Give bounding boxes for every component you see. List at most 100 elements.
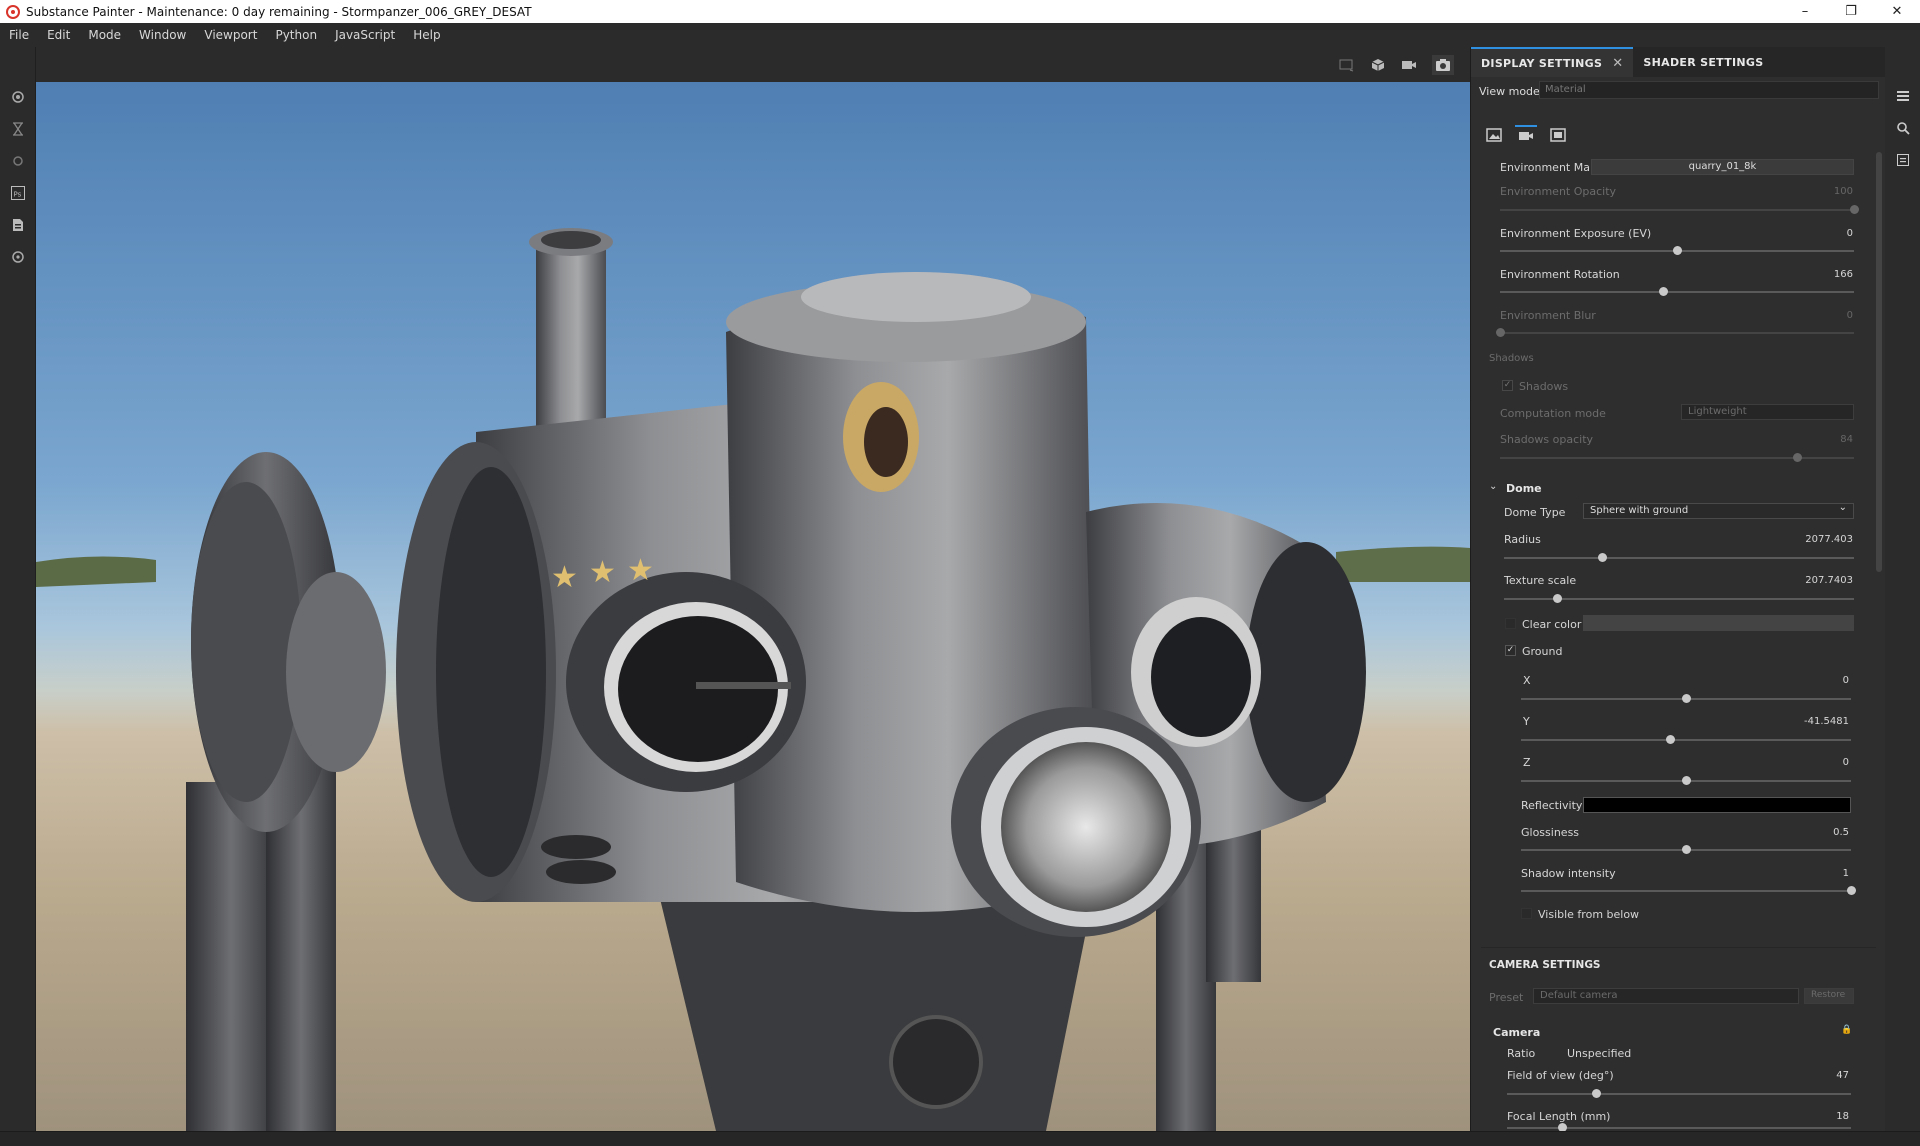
menu-window[interactable]: Window xyxy=(130,28,195,42)
shadows-checkbox[interactable]: ✓ xyxy=(1502,380,1513,391)
shadows-opacity-knob[interactable] xyxy=(1793,453,1803,462)
radius-knob[interactable] xyxy=(1598,553,1607,562)
gear-icon[interactable] xyxy=(9,88,27,106)
shadow-intensity-value[interactable]: 1 xyxy=(1789,868,1849,879)
menu-mode[interactable]: Mode xyxy=(79,28,130,42)
env-map-field[interactable]: quarry_01_8k xyxy=(1591,159,1854,175)
ground-x-value[interactable]: 0 xyxy=(1789,675,1849,686)
screenshot-camera-icon[interactable] xyxy=(1432,55,1454,75)
texture-scale-slider[interactable] xyxy=(1504,594,1854,603)
maximize-button[interactable]: ❐ xyxy=(1828,0,1874,23)
env-rotation-slider[interactable] xyxy=(1500,287,1854,296)
visible-below-label: Visible from below xyxy=(1538,908,1640,921)
dome-type-dropdown[interactable]: Sphere with ground ⌄ xyxy=(1583,502,1854,519)
ratio-value[interactable]: Unspecified xyxy=(1567,1047,1631,1060)
ground-x-knob[interactable] xyxy=(1682,694,1691,703)
glossiness-value[interactable]: 0.5 xyxy=(1789,827,1849,838)
env-blur-knob[interactable] xyxy=(1496,328,1505,337)
cog-icon[interactable] xyxy=(9,152,27,170)
restore-button[interactable]: Restore xyxy=(1804,988,1854,1004)
properties-icon[interactable] xyxy=(1894,151,1912,169)
env-blur-slider[interactable] xyxy=(1496,328,1854,337)
search-icon[interactable] xyxy=(1894,119,1912,137)
tab-display-settings[interactable]: DISPLAY SETTINGS ✕ xyxy=(1471,47,1634,77)
env-exposure-knob[interactable] xyxy=(1673,246,1682,255)
photoshop-icon[interactable]: Ps xyxy=(9,184,27,202)
view-mode-dropdown[interactable]: Material xyxy=(1539,81,1879,99)
ground-checkbox[interactable]: ✓ xyxy=(1505,645,1516,656)
lock-icon[interactable]: 🔒 xyxy=(1841,1025,1852,1035)
ground-x-slider[interactable] xyxy=(1521,694,1851,703)
image-icon[interactable] xyxy=(1483,125,1505,145)
close-button[interactable]: ✕ xyxy=(1874,0,1920,23)
hourglass-icon[interactable] xyxy=(9,120,27,138)
ground-z-label: Z xyxy=(1523,756,1531,769)
focal-length-knob[interactable] xyxy=(1558,1123,1568,1131)
env-opacity-knob[interactable] xyxy=(1850,205,1859,214)
menu-edit[interactable]: Edit xyxy=(38,28,79,42)
camera-icon[interactable] xyxy=(1398,55,1420,75)
ground-z-knob[interactable] xyxy=(1682,776,1691,785)
shadows-opacity-value: 84 xyxy=(1840,434,1853,445)
layers-icon[interactable] xyxy=(1894,87,1912,105)
menu-javascript[interactable]: JavaScript xyxy=(326,28,404,42)
focal-length-value[interactable]: 18 xyxy=(1789,1111,1849,1122)
shadow-intensity-knob[interactable] xyxy=(1847,886,1856,895)
3d-viewport[interactable]: ★ ★ ★ xyxy=(36,82,1470,1131)
menu-python[interactable]: Python xyxy=(266,28,326,42)
fov-value[interactable]: 47 xyxy=(1789,1070,1849,1081)
shadows-opacity-slider[interactable] xyxy=(1500,453,1854,462)
camera-settings-icon[interactable] xyxy=(1515,125,1537,145)
ground-y-value[interactable]: -41.5481 xyxy=(1789,716,1849,727)
selection-icon[interactable] xyxy=(1336,55,1358,75)
panel-scrollbar[interactable] xyxy=(1876,152,1882,572)
ground-z-value[interactable]: 0 xyxy=(1789,757,1849,768)
dome-collapse-chevron-icon[interactable]: ⌄ xyxy=(1489,481,1497,492)
minimize-button[interactable]: – xyxy=(1782,0,1828,23)
radius-value[interactable]: 2077.403 xyxy=(1793,534,1853,545)
reflectivity-swatch[interactable] xyxy=(1583,797,1851,813)
status-bar xyxy=(0,1131,1920,1146)
chevron-down-icon: ⌄ xyxy=(1838,502,1847,513)
texture-scale-knob[interactable] xyxy=(1552,594,1562,603)
tab-shader-settings[interactable]: SHADER SETTINGS xyxy=(1633,47,1773,77)
focal-length-slider[interactable] xyxy=(1507,1123,1851,1131)
ratio-label: Ratio xyxy=(1507,1047,1536,1060)
clear-color-checkbox[interactable] xyxy=(1505,618,1516,629)
cube-icon[interactable] xyxy=(1367,55,1389,75)
env-exposure-value[interactable]: 0 xyxy=(1793,228,1853,239)
ground-y-slider[interactable] xyxy=(1521,735,1851,744)
fov-knob[interactable] xyxy=(1592,1089,1602,1098)
env-rotation-value[interactable]: 166 xyxy=(1793,269,1853,280)
glossiness-knob[interactable] xyxy=(1682,845,1691,854)
radius-slider[interactable] xyxy=(1504,553,1854,562)
clear-color-swatch[interactable] xyxy=(1583,615,1854,631)
ground-y-knob[interactable] xyxy=(1665,735,1675,744)
ground-z-slider[interactable] xyxy=(1521,776,1851,785)
close-tab-icon[interactable]: ✕ xyxy=(1612,56,1623,71)
focal-length-label: Focal Length (mm) xyxy=(1507,1110,1611,1123)
preset-dropdown[interactable]: Default camera xyxy=(1533,988,1799,1004)
menu-help[interactable]: Help xyxy=(404,28,449,42)
menu-file[interactable]: File xyxy=(0,28,38,42)
tab-display-settings-label: DISPLAY SETTINGS xyxy=(1481,56,1603,70)
section-divider xyxy=(1481,947,1876,948)
computation-mode-dropdown[interactable]: Lightweight xyxy=(1681,404,1854,420)
menu-viewport[interactable]: Viewport xyxy=(195,28,266,42)
display-settings-panel: DISPLAY SETTINGS ✕ SHADER SETTINGS View … xyxy=(1470,47,1885,1131)
document-icon[interactable] xyxy=(9,216,27,234)
env-opacity-slider[interactable] xyxy=(1500,205,1859,214)
shadow-intensity-slider[interactable] xyxy=(1521,886,1856,895)
glossiness-slider[interactable] xyxy=(1521,845,1851,854)
env-exposure-slider[interactable] xyxy=(1500,246,1854,255)
visible-below-checkbox[interactable] xyxy=(1521,908,1532,919)
shadows-section-header: Shadows xyxy=(1489,353,1534,364)
fov-slider[interactable] xyxy=(1507,1089,1851,1098)
env-rotation-knob[interactable] xyxy=(1658,287,1668,296)
texture-scale-value[interactable]: 207.7403 xyxy=(1793,575,1853,586)
plugin-gear-icon[interactable] xyxy=(9,248,27,266)
frame-icon[interactable] xyxy=(1547,125,1569,145)
glossiness-label: Glossiness xyxy=(1521,826,1580,839)
ground-label: Ground xyxy=(1522,645,1563,658)
dome-section-header[interactable]: Dome xyxy=(1506,482,1542,495)
